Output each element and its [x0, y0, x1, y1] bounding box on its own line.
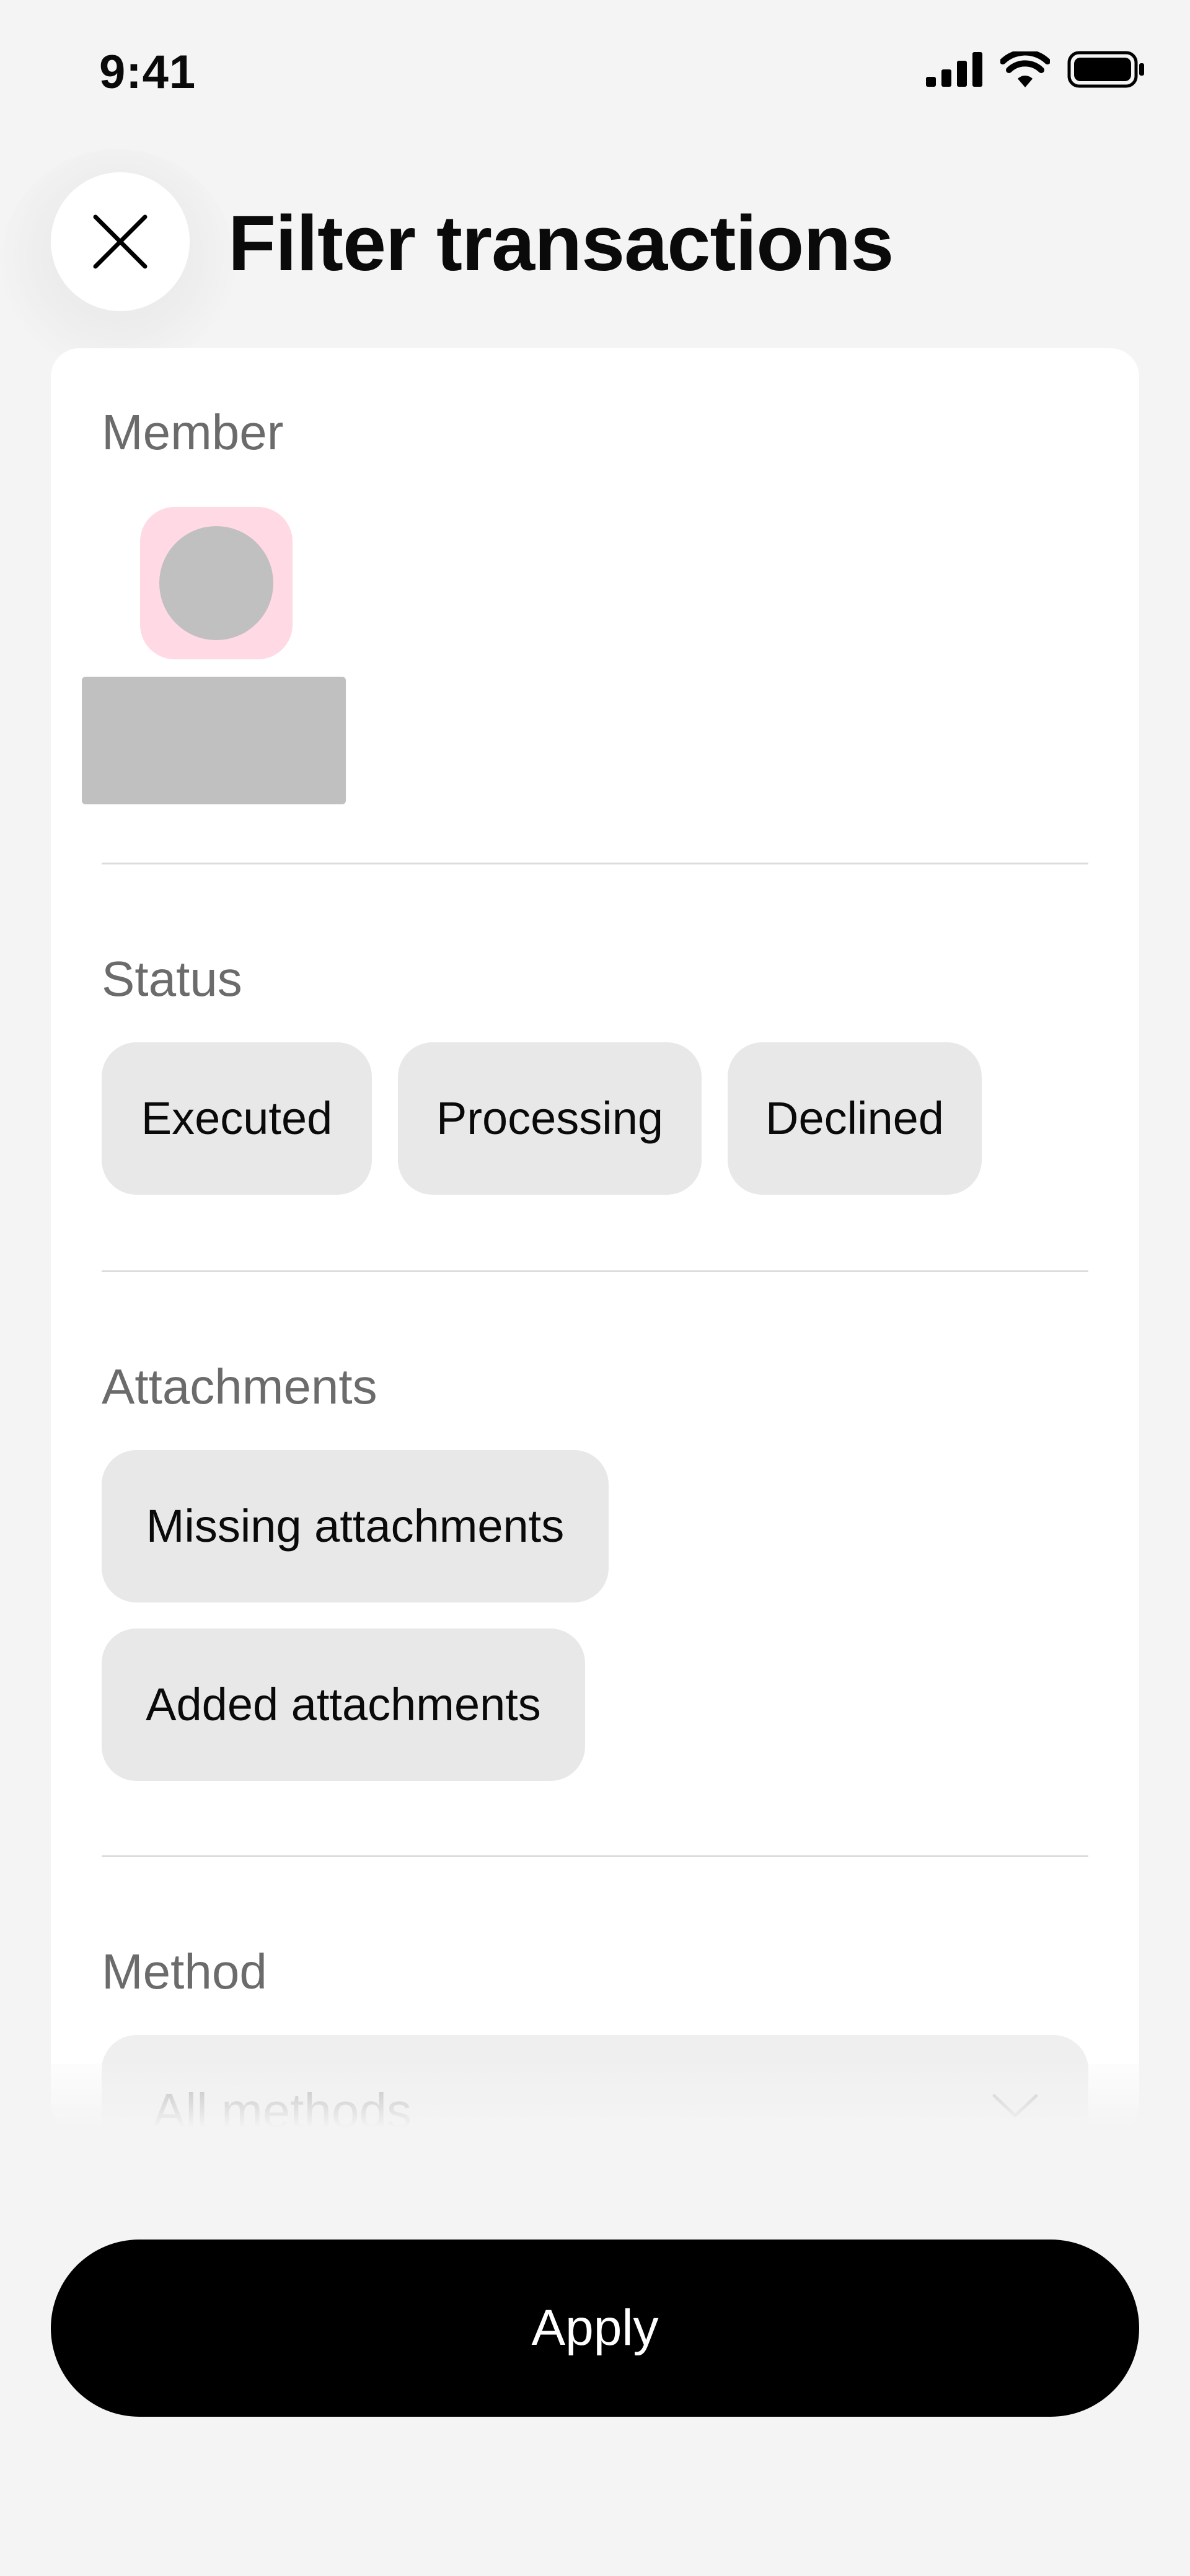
member-name-placeholder — [82, 677, 346, 804]
divider — [102, 1855, 1088, 1857]
avatar — [159, 526, 273, 640]
status-chip-declined[interactable]: Declined — [728, 1042, 982, 1195]
section-label-attachments: Attachments — [102, 1359, 377, 1414]
attachments-chip-missing[interactable]: Missing attachments — [102, 1450, 609, 1602]
signal-icon — [926, 52, 982, 87]
divider — [102, 863, 1088, 864]
section-label-status: Status — [102, 951, 242, 1006]
attachments-chip-added[interactable]: Added attachments — [102, 1629, 585, 1781]
wifi-icon — [1000, 51, 1050, 87]
status-time: 9:41 — [99, 46, 196, 99]
apply-button[interactable]: Apply — [51, 2240, 1139, 2417]
status-icons — [926, 51, 1145, 88]
scroll-fade — [0, 2064, 1190, 2144]
status-chip-processing[interactable]: Processing — [398, 1042, 702, 1195]
battery-icon — [1067, 51, 1144, 88]
section-label-member: Member — [102, 405, 284, 460]
section-label-method: Method — [102, 1944, 267, 1999]
status-chip-executed[interactable]: Executed — [102, 1042, 372, 1195]
close-icon — [93, 214, 148, 269]
member-avatar[interactable] — [140, 507, 293, 659]
close-button[interactable] — [51, 172, 190, 311]
divider — [102, 1270, 1088, 1272]
filter-card: Member Status Executed Processing Declin… — [51, 348, 1139, 2133]
page-title: Filter transactions — [228, 200, 894, 287]
